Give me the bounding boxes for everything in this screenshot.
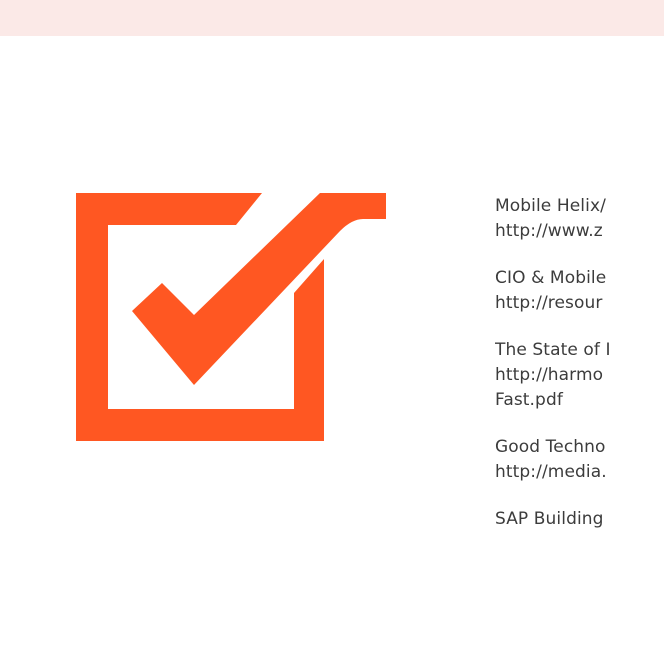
reference-item: Good Techno http://media. (495, 435, 664, 485)
reference-link[interactable]: http://harmo (495, 363, 664, 388)
reference-item: CIO & Mobile http://resour (495, 266, 664, 316)
top-header-band (0, 0, 664, 36)
page: Mobile Helix/ http://www.z CIO & Mobile … (0, 0, 664, 671)
reference-item: The State of I http://harmo Fast.pdf (495, 338, 664, 413)
reference-list: Mobile Helix/ http://www.z CIO & Mobile … (495, 194, 664, 554)
reference-item: SAP Building (495, 507, 664, 532)
reference-title: Good Techno (495, 437, 606, 457)
checkbox-checked-icon (76, 193, 386, 441)
reference-title: The State of I (495, 340, 611, 360)
reference-item: Mobile Helix/ http://www.z (495, 194, 664, 244)
reference-link[interactable]: http://www.z (495, 219, 664, 244)
reference-title: Mobile Helix/ (495, 196, 606, 216)
reference-link[interactable]: http://resour (495, 291, 664, 316)
reference-link-continued[interactable]: Fast.pdf (495, 388, 664, 413)
reference-title: SAP Building (495, 509, 604, 529)
reference-link[interactable]: http://media. (495, 460, 664, 485)
reference-title: CIO & Mobile (495, 268, 607, 288)
